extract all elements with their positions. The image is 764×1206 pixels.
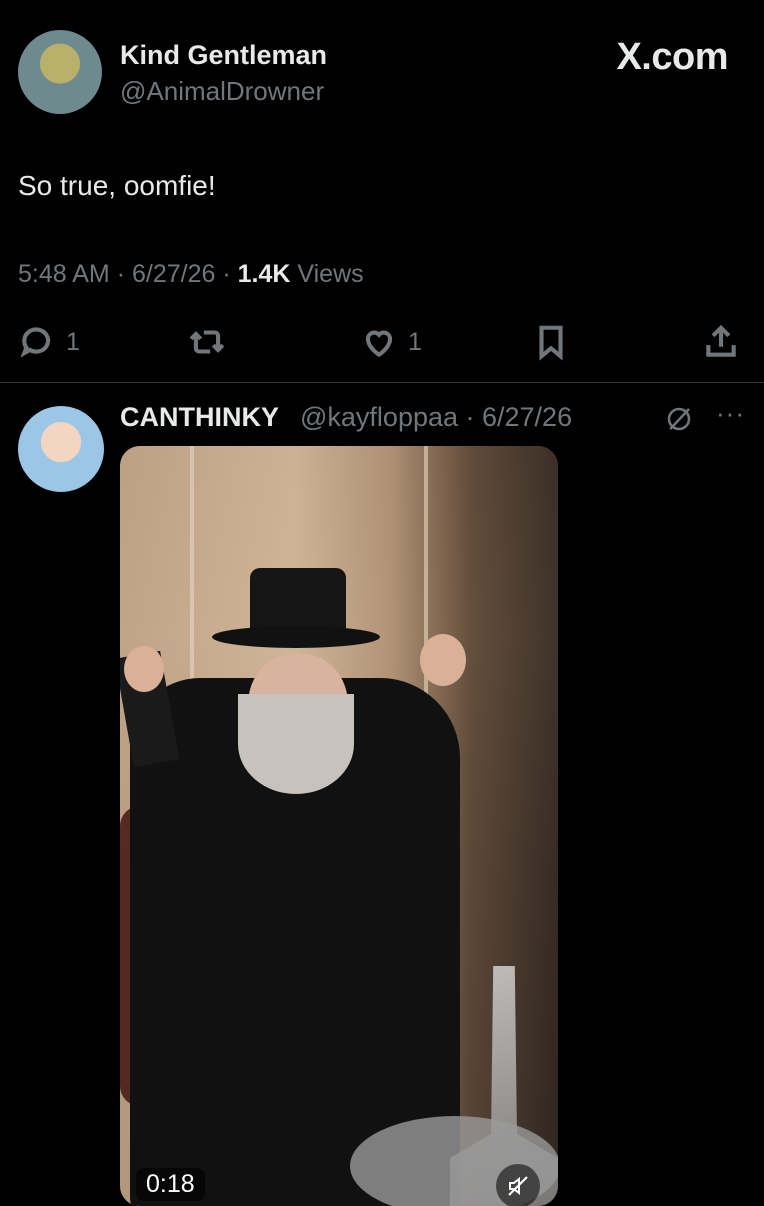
video-scene-hat-brim bbox=[212, 626, 380, 648]
meta-separator: · bbox=[222, 260, 231, 288]
views-label: Views bbox=[297, 260, 364, 288]
quoted-author-avatar[interactable] bbox=[18, 406, 104, 492]
like-count: 1 bbox=[408, 327, 422, 356]
retweet-button[interactable] bbox=[188, 322, 226, 362]
reply-icon bbox=[20, 327, 51, 358]
video-player[interactable]: 0:18 bbox=[120, 446, 558, 1206]
reply-count: 1 bbox=[66, 327, 80, 356]
video-duration: 0:18 bbox=[136, 1168, 205, 1201]
video-scene-hand bbox=[420, 634, 466, 686]
share-button[interactable] bbox=[702, 322, 740, 362]
grok-button[interactable] bbox=[664, 404, 694, 439]
more-options-button[interactable]: ··· bbox=[716, 398, 745, 429]
mute-icon bbox=[508, 1176, 528, 1196]
grok-icon bbox=[667, 407, 691, 431]
retweet-icon bbox=[189, 330, 225, 354]
quoted-author-handle[interactable]: @kayfloppaa · 6/27/26 bbox=[300, 402, 572, 433]
author-avatar[interactable] bbox=[18, 30, 102, 114]
share-icon bbox=[706, 324, 736, 357]
tweet-time: 5:48 AM bbox=[18, 260, 110, 288]
reply-button[interactable]: 1 bbox=[18, 322, 80, 362]
author-handle[interactable]: @AnimalDrowner bbox=[120, 76, 324, 107]
divider bbox=[0, 382, 764, 383]
like-button[interactable]: 1 bbox=[360, 322, 422, 362]
tweet-text: So true, oomfie! bbox=[18, 170, 216, 201]
bookmark-icon bbox=[539, 325, 563, 361]
tweet-meta: 5:48 AM · 6/27/26 · 1.4K Views bbox=[18, 260, 364, 289]
heart-icon bbox=[365, 330, 393, 358]
brand-logo: X.com bbox=[616, 36, 728, 78]
video-scene-beard bbox=[238, 694, 354, 794]
author-name[interactable]: Kind Gentleman bbox=[120, 40, 327, 71]
tweet-date: 6/27/26 bbox=[131, 260, 216, 288]
meta-separator: · bbox=[116, 260, 126, 288]
quoted-author-name[interactable]: CANTHINKY bbox=[120, 402, 279, 433]
bookmark-button[interactable] bbox=[532, 322, 570, 362]
views-count: 1.4K bbox=[237, 260, 291, 288]
video-scene-hand bbox=[124, 646, 164, 692]
